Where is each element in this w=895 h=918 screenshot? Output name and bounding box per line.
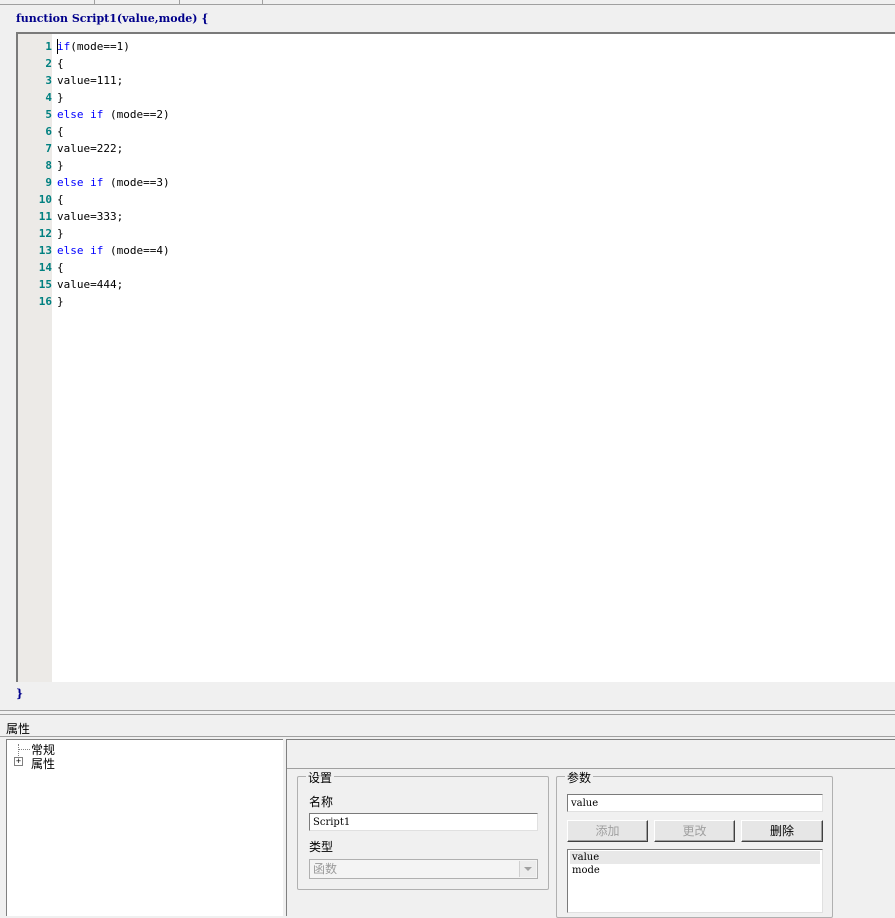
function-header: function Script1(value,mode) { <box>16 12 209 25</box>
line-number: 6 <box>45 125 52 138</box>
line-number-gutter: 1 2 3 4 5 6 7 8 9 10 11 12 13 14 15 16 <box>18 34 52 682</box>
line-number: 13 <box>38 244 52 257</box>
code-line[interactable]: { <box>57 259 64 276</box>
code-text: } <box>57 295 64 308</box>
code-text: } <box>57 91 64 104</box>
properties-title: 属性 <box>6 722 31 736</box>
code-text: value=111; <box>57 74 124 87</box>
code-text: { <box>57 57 64 70</box>
type-select[interactable]: 函数 <box>309 859 538 879</box>
delete-param-button[interactable]: 删除 <box>741 820 823 842</box>
code-text: { <box>57 193 64 206</box>
code-text: { <box>57 261 64 274</box>
expand-icon[interactable]: + <box>14 757 23 766</box>
param-input[interactable]: value <box>567 794 823 812</box>
param-list[interactable]: value mode <box>567 849 823 913</box>
tree-line <box>18 749 30 750</box>
line-number: 3 <box>45 74 52 87</box>
type-select-value: 函数 <box>313 862 338 876</box>
code-line[interactable]: value=111; <box>57 72 123 89</box>
line-number: 7 <box>45 142 52 155</box>
splitter-line <box>0 714 895 715</box>
code-line[interactable]: { <box>57 55 64 72</box>
code-text: } <box>57 159 64 172</box>
type-label: 类型 <box>309 840 334 854</box>
code-text: { <box>57 125 64 138</box>
name-field[interactable]: Script1 <box>309 813 538 831</box>
splitter[interactable] <box>0 710 895 711</box>
code-line[interactable]: { <box>57 123 64 140</box>
line-number: 8 <box>45 159 52 172</box>
code-text: (mode==1) <box>70 40 130 53</box>
code-text: (mode==2) <box>103 108 170 121</box>
code-text: (mode==4) <box>103 244 170 257</box>
line-number: 10 <box>38 193 52 206</box>
settings-group: 设置 名称 Script1 类型 函数 <box>297 769 549 890</box>
code-keyword: else if <box>57 108 104 121</box>
code-line[interactable]: { <box>57 191 64 208</box>
settings-legend: 设置 <box>306 769 335 786</box>
line-number: 12 <box>38 227 52 240</box>
code-keyword: else if <box>57 176 104 189</box>
property-tree[interactable]: 常规 + 属性 <box>6 739 283 916</box>
code-text: } <box>57 227 64 240</box>
code-text: (mode==3) <box>103 176 170 189</box>
code-line[interactable]: value=333; <box>57 208 123 225</box>
divider <box>0 736 895 737</box>
code-line[interactable]: value=222; <box>57 140 123 157</box>
tab-divider <box>94 0 180 4</box>
code-line[interactable]: value=444; <box>57 276 123 293</box>
line-number: 15 <box>38 278 52 291</box>
line-number: 2 <box>45 57 52 70</box>
list-item[interactable]: value <box>570 851 820 864</box>
property-panel: 设置 名称 Script1 类型 函数 参数 value 添加 更改 删除 va… <box>286 739 895 918</box>
code-line[interactable]: else if (mode==4) <box>57 242 170 259</box>
line-number: 14 <box>38 261 52 274</box>
code-line[interactable]: } <box>57 89 64 106</box>
line-number: 5 <box>45 108 52 121</box>
code-line[interactable]: } <box>57 293 64 310</box>
code-text: value=444; <box>57 278 124 291</box>
tree-item-attributes[interactable]: 属性 <box>31 755 55 772</box>
chevron-down-icon[interactable] <box>519 861 536 877</box>
code-line[interactable]: else if (mode==3) <box>57 174 170 191</box>
code-line[interactable]: else if (mode==2) <box>57 106 170 123</box>
list-item[interactable]: mode <box>570 864 820 877</box>
function-closing-brace: } <box>16 687 24 700</box>
code-keyword: if <box>57 40 71 53</box>
name-label: 名称 <box>309 795 334 809</box>
params-legend: 参数 <box>565 769 594 786</box>
line-number: 1 <box>45 40 52 53</box>
code-line[interactable]: } <box>57 157 64 174</box>
line-number: 16 <box>38 295 52 308</box>
code-text: value=333; <box>57 210 124 223</box>
tab-divider <box>262 0 263 4</box>
code-line[interactable]: } <box>57 225 64 242</box>
editor-footer <box>16 682 895 710</box>
line-number: 9 <box>45 176 52 189</box>
code-editor[interactable]: 1 2 3 4 5 6 7 8 9 10 11 12 13 14 15 16 if(mode==1){valu… <box>16 32 895 682</box>
tab-strip <box>0 0 895 5</box>
add-param-button[interactable]: 添加 <box>567 820 648 842</box>
code-text: value=222; <box>57 142 124 155</box>
modify-param-button[interactable]: 更改 <box>654 820 735 842</box>
code-line[interactable]: if(mode==1) <box>57 38 130 55</box>
params-group: 参数 value 添加 更改 删除 value mode <box>556 769 833 918</box>
code-keyword: else if <box>57 244 104 257</box>
line-number: 4 <box>45 91 52 104</box>
line-number: 11 <box>38 210 52 223</box>
